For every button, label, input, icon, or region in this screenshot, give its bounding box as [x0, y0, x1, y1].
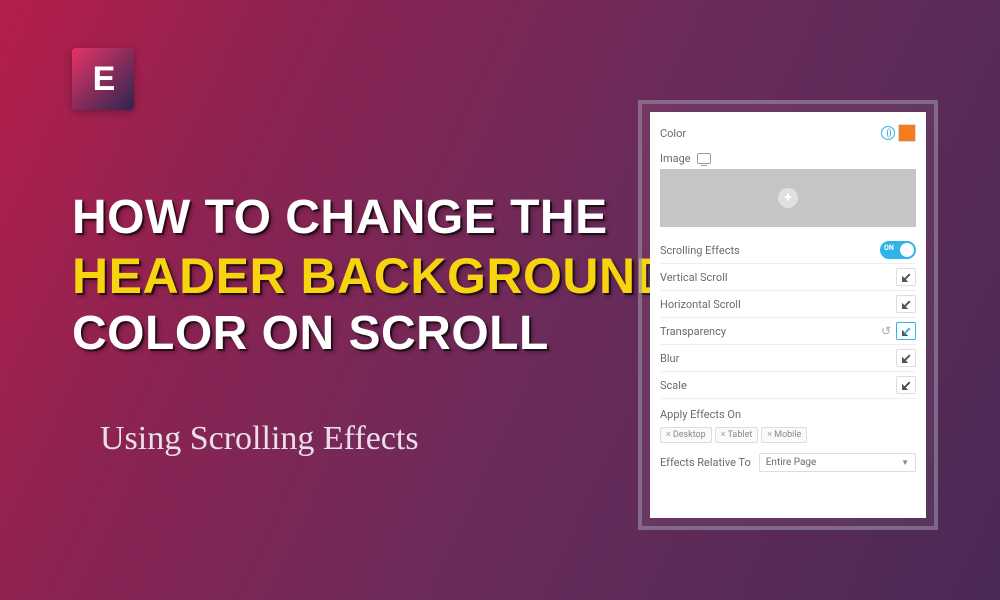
effect-row-scale: Scale — [660, 372, 916, 399]
scrolling-effects-toggle[interactable]: ON — [880, 241, 916, 259]
toggle-on-text: ON — [884, 244, 894, 252]
effects-relative-label: Effects Relative To — [660, 456, 751, 469]
tag-mobile[interactable]: ×Mobile — [761, 427, 807, 443]
apply-effects-label-row: Apply Effects On — [660, 399, 916, 425]
effect-label: Transparency — [660, 325, 726, 338]
headline-line-2: Header Background — [72, 247, 672, 306]
image-label: Image — [660, 152, 691, 165]
image-upload-area[interactable]: + — [660, 169, 916, 227]
pencil-icon — [902, 273, 911, 282]
effect-row-transparency: Transparency ↺ — [660, 318, 916, 345]
select-value: Entire Page — [766, 457, 817, 468]
effects-relative-row: Effects Relative To Entire Page ▼ — [660, 449, 916, 476]
headline-line-1: How to Change the — [72, 190, 672, 247]
edit-button[interactable] — [896, 322, 916, 340]
pencil-icon — [902, 327, 911, 336]
apply-effects-label: Apply Effects On — [660, 408, 741, 421]
logo-letter: E — [93, 60, 114, 99]
tag-desktop[interactable]: ×Desktop — [660, 427, 712, 443]
effect-row-horizontal-scroll: Horizontal Scroll — [660, 291, 916, 318]
effect-label: Vertical Scroll — [660, 271, 728, 284]
edit-button[interactable] — [896, 376, 916, 394]
pencil-icon — [902, 381, 911, 390]
pencil-icon — [902, 354, 911, 363]
effect-row-blur: Blur — [660, 345, 916, 372]
effect-label: Horizontal Scroll — [660, 298, 741, 311]
pencil-icon — [902, 300, 911, 309]
color-swatch[interactable] — [898, 124, 916, 142]
elementor-logo: E — [72, 48, 134, 110]
subtitle: Using Scrolling Effects — [100, 420, 419, 458]
undo-icon[interactable]: ↺ — [881, 324, 891, 338]
effect-label: Scale — [660, 379, 687, 392]
edit-button[interactable] — [896, 295, 916, 313]
headline-line-3: Color on Scroll — [72, 306, 672, 363]
effects-relative-select[interactable]: Entire Page ▼ — [759, 453, 916, 472]
desktop-icon[interactable] — [697, 153, 711, 164]
tag-tablet[interactable]: ×Tablet — [715, 427, 759, 443]
edit-button[interactable] — [896, 268, 916, 286]
chevron-down-icon: ▼ — [901, 458, 909, 467]
globe-icon[interactable] — [881, 126, 895, 140]
color-row: Color — [660, 120, 916, 146]
effect-label: Blur — [660, 352, 679, 365]
plus-icon: + — [778, 188, 798, 208]
effect-row-vertical-scroll: Vertical Scroll — [660, 264, 916, 291]
headline: How to Change the Header Background Colo… — [72, 190, 672, 362]
scrolling-effects-label: Scrolling Effects — [660, 244, 740, 257]
edit-button[interactable] — [896, 349, 916, 367]
panel-frame: Color Image + Scrolling Effects ON Verti… — [638, 100, 938, 530]
scrolling-effects-row: Scrolling Effects ON — [660, 237, 916, 264]
color-label: Color — [660, 127, 686, 140]
device-tags: ×Desktop ×Tablet ×Mobile — [660, 427, 916, 443]
settings-panel: Color Image + Scrolling Effects ON Verti… — [650, 112, 926, 518]
image-row: Image — [660, 146, 916, 169]
